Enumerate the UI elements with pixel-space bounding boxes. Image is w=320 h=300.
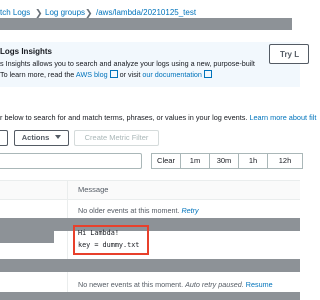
learn-more-filter-link[interactable]: Learn more about filt [249,113,316,122]
aws-blog-link[interactable]: AWS blog [76,70,108,79]
retry-link[interactable]: Retry [181,206,198,215]
time-12h[interactable]: 12h [267,153,303,169]
banner-title: Logs Insights [0,47,52,56]
clear-button[interactable]: Clear [151,153,181,169]
filter-description: r below to search for and match terms, p… [0,113,316,122]
caret-down-icon [55,135,62,139]
create-metric-filter-button[interactable]: Create Metric Filter [74,130,159,146]
resume-link[interactable]: Resume [246,280,273,289]
column-divider [67,180,68,300]
external-link-icon [109,70,118,78]
banner-learn-more-prefix: To learn more, read the [0,70,76,79]
banner-learn-more: To learn more, read the AWS blog or visi… [0,70,212,79]
toolbar-button[interactable] [0,130,8,146]
redacted-log-stream-name [0,18,292,30]
time-1h[interactable]: 1h [238,153,268,169]
actions-label: Actions [21,133,50,142]
banner-learn-more-middle: or visit [117,70,143,79]
auto-retry-text: Auto retry paused. [185,280,246,289]
documentation-link[interactable]: our documentation [142,70,202,79]
filter-description-text: r below to search for and match terms, p… [0,113,250,122]
redacted-timestamp [0,230,54,243]
redacted-row [0,259,300,272]
time-30m[interactable]: 30m [209,153,239,169]
newer-events-text: No newer events at this moment. [78,280,186,289]
highlight-box [73,225,149,255]
filter-events-input[interactable] [0,153,142,169]
external-link-icon [203,70,212,78]
message-column-header[interactable]: Message [78,185,108,194]
try-logs-insights-button[interactable]: Try L [269,44,309,64]
banner-description: s Insights allows you to search and anal… [0,59,255,68]
newer-events-row: No newer events at this moment. Auto ret… [78,280,273,289]
actions-dropdown[interactable]: Actions [14,130,69,146]
time-1m[interactable]: 1m [180,153,210,169]
older-events-row: No older events at this moment. Retry [78,206,199,215]
redacted-row [0,292,300,300]
older-events-text: No older events at this moment. [78,206,182,215]
table-header [0,180,300,200]
